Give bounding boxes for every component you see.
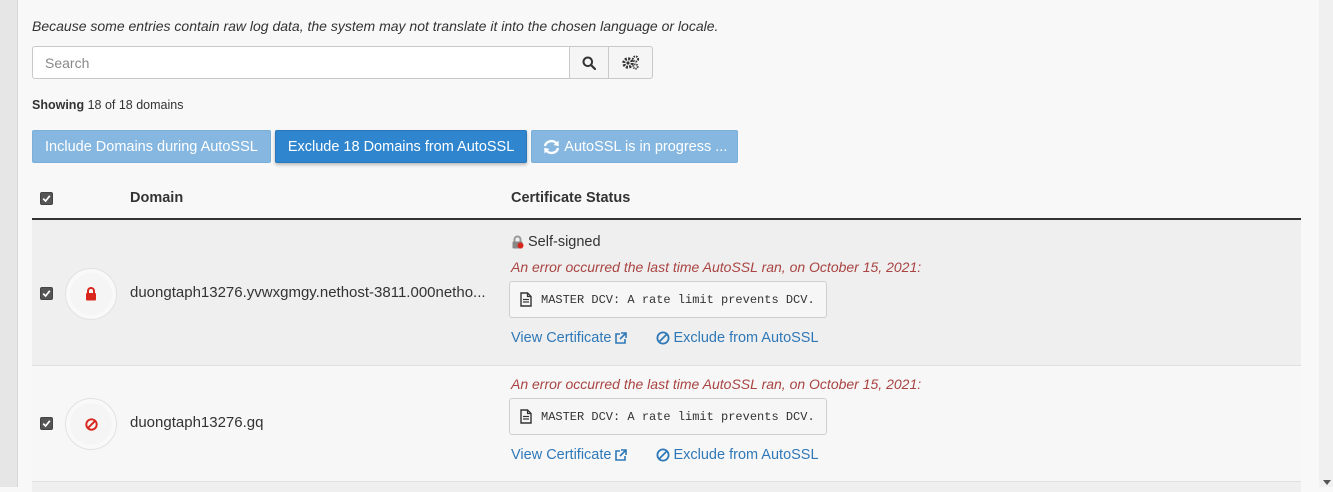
showing-count: Showing 18 of 18 domains <box>32 98 183 112</box>
error-log-box: MASTER DCV: A rate limit prevents DCV. <box>509 281 827 318</box>
search-icon <box>582 56 596 70</box>
autossl-progress-button[interactable]: AutoSSL is in progress ... <box>531 130 739 163</box>
exclude-from-autossl-link[interactable]: Exclude from AutoSSL <box>656 447 819 463</box>
error-log-text: MASTER DCV: A rate limit prevents DCV. <box>541 292 815 307</box>
exclude-from-autossl-label: Exclude from AutoSSL <box>673 447 819 463</box>
view-certificate-link[interactable]: View Certificate <box>511 447 628 463</box>
exclude-domains-button[interactable]: Exclude 18 Domains from AutoSSL <box>274 130 528 163</box>
autossl-error-message: An error occurred the last time AutoSSL … <box>511 259 922 275</box>
table-header: Domain Certificate Status <box>32 180 1301 220</box>
view-certificate-label: View Certificate <box>511 447 612 463</box>
lock-icon <box>512 235 524 249</box>
scrollbar[interactable] <box>1319 0 1333 487</box>
status-indicator <box>65 398 117 450</box>
error-log-box: MASTER DCV: A rate limit prevents DCV. <box>509 398 827 435</box>
ban-icon <box>84 417 98 431</box>
table-row: duongtaph13276.gq An error occurred the … <box>32 366 1301 482</box>
showing-text: 18 of 18 domains <box>87 98 184 112</box>
search-bar <box>32 46 653 79</box>
check-icon <box>42 290 51 298</box>
lock-icon <box>86 287 96 301</box>
exclude-from-autossl-label: Exclude from AutoSSL <box>673 330 819 346</box>
view-certificate-label: View Certificate <box>511 330 612 346</box>
external-link-icon <box>615 331 628 344</box>
column-header-certificate-status[interactable]: Certificate Status <box>511 190 630 206</box>
status-indicator <box>65 268 117 320</box>
autossl-error-message: An error occurred the last time AutoSSL … <box>511 376 922 392</box>
domain-name: duongtaph13276.yvwxgmgy.nethost-3811.000… <box>130 284 486 301</box>
refresh-icon <box>544 139 560 154</box>
include-domains-button[interactable]: Include Domains during AutoSSL <box>32 130 271 163</box>
autossl-progress-label: AutoSSL is in progress ... <box>564 138 728 155</box>
check-icon <box>42 195 51 203</box>
ban-icon <box>656 331 670 345</box>
row-actions: View Certificate Exclude from AutoSSL <box>511 330 819 346</box>
left-panel-edge <box>0 0 18 487</box>
column-header-domain[interactable]: Domain <box>130 190 183 206</box>
file-icon <box>520 292 532 307</box>
search-input[interactable] <box>32 46 570 79</box>
row-checkbox[interactable] <box>40 287 53 300</box>
search-settings-button[interactable] <box>609 46 653 79</box>
gears-icon <box>622 55 640 70</box>
file-icon <box>520 409 532 424</box>
row-checkbox[interactable] <box>40 417 53 430</box>
table-row: duongtaph13276.yvwxgmgy.nethost-3811.000… <box>32 220 1301 366</box>
error-log-text: MASTER DCV: A rate limit prevents DCV. <box>541 409 815 424</box>
external-link-icon <box>615 448 628 461</box>
showing-label: Showing <box>32 98 85 112</box>
certificate-type-label: Self-signed <box>528 234 601 250</box>
scroll-down-icon[interactable] <box>1323 480 1331 485</box>
exclude-from-autossl-link[interactable]: Exclude from AutoSSL <box>656 330 819 346</box>
action-buttons: Include Domains during AutoSSL Exclude 1… <box>32 130 739 163</box>
locale-notice: Because some entries contain raw log dat… <box>32 18 719 34</box>
row-actions: View Certificate Exclude from AutoSSL <box>511 447 819 463</box>
search-button[interactable] <box>570 46 609 79</box>
ban-icon <box>656 448 670 462</box>
domains-table: Domain Certificate Status duongtaph13276… <box>32 180 1301 492</box>
view-certificate-link[interactable]: View Certificate <box>511 330 628 346</box>
check-icon <box>42 420 51 428</box>
certificate-type: Self-signed <box>511 234 601 250</box>
domain-name: duongtaph13276.gq <box>130 414 264 431</box>
select-all-checkbox[interactable] <box>40 192 53 205</box>
table-row <box>32 482 1301 492</box>
autossl-domain-panel: Because some entries contain raw log dat… <box>32 0 1301 492</box>
